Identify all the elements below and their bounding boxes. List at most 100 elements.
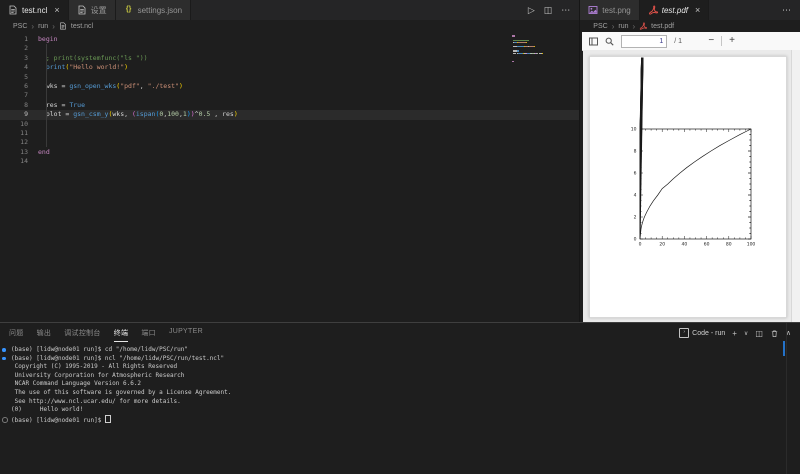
code-line[interactable]: 7 (0, 91, 579, 100)
more-actions-button[interactable]: ⋯ (782, 5, 791, 16)
svg-text:100: 100 (747, 242, 756, 248)
svg-text:80: 80 (726, 242, 732, 248)
terminal-text: See http://www.ncl.ucar.edu/ for more de… (11, 398, 181, 405)
line-number[interactable]: 11 (0, 129, 38, 138)
panel-tab-problems[interactable]: 问题 (9, 324, 24, 342)
breadcrumb-item[interactable]: run (38, 23, 48, 30)
code-text: begin (38, 35, 58, 44)
breadcrumb-item[interactable]: PSC (593, 23, 607, 30)
zoom-in-button[interactable]: + (729, 36, 735, 46)
split-terminal-button[interactable]: ◫ (755, 329, 763, 338)
close-icon[interactable]: × (695, 6, 700, 15)
breadcrumb-item[interactable]: test.ncl (71, 23, 93, 30)
code-line[interactable]: 1begin (0, 35, 579, 44)
code-editor[interactable]: 1begin23 ; print(systemfunc("ls "))4 pri… (0, 32, 579, 166)
file-icon (59, 22, 67, 30)
code-line[interactable]: 5 (0, 73, 579, 82)
line-number[interactable]: 14 (0, 157, 38, 166)
right-tabbar: test.png test.pdf × ⋯ (580, 0, 800, 20)
bottom-panel: 问题输出调试控制台终端端口 JUPYTER › Code - run + ∨ ◫ … (0, 322, 800, 474)
line-number[interactable]: 12 (0, 138, 38, 147)
line-number[interactable]: 6 (0, 82, 38, 91)
pdf-sidebar-toggle-icon[interactable] (589, 37, 598, 46)
close-icon[interactable]: × (54, 6, 59, 15)
file-icon (8, 5, 18, 15)
terminal-dropdown-chevron-icon[interactable]: ∨ (744, 330, 748, 337)
code-line[interactable]: 4 print("Hello world!") (0, 63, 579, 72)
tab-label: test.ncl (22, 6, 47, 15)
pdf-icon (648, 5, 658, 15)
code-line[interactable]: 3 ; print(systemfunc("ls ")) (0, 54, 579, 63)
right-editor-actions: ⋯ (773, 0, 800, 20)
tab-label: test.pdf (662, 6, 688, 15)
line-number[interactable]: 8 (0, 101, 38, 110)
line-number[interactable]: 5 (0, 73, 38, 82)
panel-tab-terminal[interactable]: 终端 (114, 324, 129, 342)
minimap-line (512, 63, 554, 65)
code-line[interactable]: 12 (0, 138, 579, 147)
terminal-profile-button[interactable]: › Code - run (679, 328, 725, 338)
terminal-profile-label: Code - run (692, 330, 725, 337)
breadcrumb-separator: › (612, 22, 615, 31)
terminal-command-decoration (2, 357, 6, 361)
more-actions-button[interactable]: ⋯ (561, 5, 570, 16)
code-line[interactable]: 9 plot = gsn_csm_y(wks, (ispan(0,100,1))… (0, 110, 579, 119)
breadcrumb-separator: › (632, 22, 635, 31)
tab-test-ncl[interactable]: test.ncl × (0, 0, 69, 20)
terminal-scrollbar[interactable] (786, 323, 787, 474)
terminal-line: (base) [lidw@node01 run]$ cd "/home/lidw… (0, 346, 786, 355)
code-text: wks = gsn_open_wks("pdf", "./test") (38, 82, 183, 91)
run-button[interactable]: ▷ (528, 5, 535, 16)
search-icon[interactable] (605, 37, 614, 46)
breadcrumb-item[interactable]: test.pdf (651, 23, 674, 30)
terminal-text: Copyright (C) 1995-2019 - All Rights Res… (11, 363, 177, 370)
line-number[interactable]: 4 (0, 63, 38, 72)
tab-settings-ui[interactable]: 设置 (69, 0, 116, 20)
panel-tab-debug-console[interactable]: 调试控制台 (64, 324, 101, 342)
line-number[interactable]: 13 (0, 148, 38, 157)
terminal[interactable]: (base) [lidw@node01 run]$ cd "/home/lidw… (0, 346, 786, 474)
kill-terminal-button[interactable] (770, 329, 779, 338)
panel-tab-output[interactable]: 输出 (37, 324, 52, 342)
tab-test-pdf[interactable]: test.pdf × (640, 0, 710, 20)
svg-text:20: 20 (660, 242, 666, 248)
terminal-text: University Corporation for Atmospheric R… (11, 372, 184, 379)
code-line[interactable]: 6 wks = gsn_open_wks("pdf", "./test") (0, 82, 579, 91)
left-tabbar: test.ncl × 设置{}settings.json ▷ ◫ ⋯ (0, 0, 579, 20)
terminal-line: Copyright (C) 1995-2019 - All Rights Res… (0, 363, 786, 372)
panel-tab-ports[interactable]: 端口 (141, 324, 156, 342)
new-terminal-button[interactable]: + (732, 329, 737, 338)
line-number[interactable]: 2 (0, 44, 38, 53)
svg-text:4: 4 (634, 193, 637, 199)
split-editor-button[interactable]: ◫ (544, 5, 553, 16)
tab-settings-json[interactable]: {}settings.json (116, 0, 191, 20)
zoom-out-button[interactable]: − (708, 36, 714, 46)
code-line[interactable]: 10 (0, 120, 579, 129)
pdf-page-total: / 1 (674, 38, 682, 45)
code-line[interactable]: 14 (0, 157, 579, 166)
breadcrumb-item[interactable]: PSC (13, 23, 27, 30)
left-editor-actions: ▷ ◫ ⋯ (519, 0, 579, 20)
minimap[interactable] (512, 35, 554, 65)
terminal-line: University Corporation for Atmospheric R… (0, 372, 786, 381)
code-line[interactable]: 13end (0, 148, 579, 157)
line-number[interactable]: 10 (0, 120, 38, 129)
pdf-scrollbar[interactable] (791, 50, 800, 322)
breadcrumb-item[interactable]: run (618, 23, 628, 30)
pdf-page-input[interactable] (621, 35, 667, 48)
line-number[interactable]: 3 (0, 54, 38, 63)
code-text: print("Hello world!") (38, 63, 128, 72)
editor-area: test.ncl×设置{}settings.json ▷ ◫ ⋯ PSC›run… (0, 0, 800, 322)
panel-tab-jupyter[interactable]: JUPYTER (169, 324, 203, 342)
pdf-plot: 0204060801000246810 (590, 57, 786, 317)
code-text: end (38, 148, 50, 157)
code-line[interactable]: 8 res = True (0, 101, 579, 110)
tab-test-png[interactable]: test.png (580, 0, 639, 20)
line-number[interactable]: 9 (0, 110, 38, 119)
panel-actions: › Code - run + ∨ ◫ ∧ (679, 328, 791, 338)
line-number[interactable]: 7 (0, 91, 38, 100)
line-number[interactable]: 1 (0, 35, 38, 44)
code-line[interactable]: 2 (0, 44, 579, 53)
terminal-command-decoration (2, 417, 8, 423)
code-line[interactable]: 11 (0, 129, 579, 138)
